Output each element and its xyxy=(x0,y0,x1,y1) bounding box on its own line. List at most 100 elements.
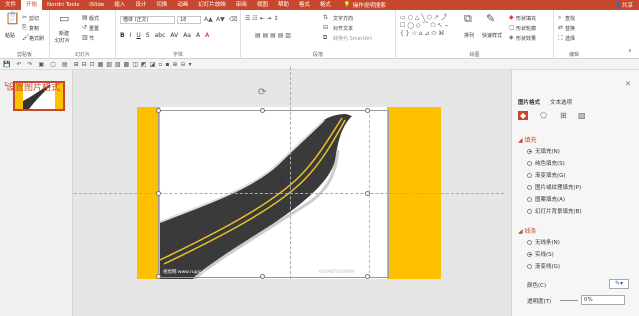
shape-effects-button[interactable]: 形状效果 xyxy=(516,35,536,42)
menu-tab[interactable]: 幻灯片放映 xyxy=(193,0,231,10)
fill-option[interactable]: 图片或纹理填充(P) xyxy=(527,183,581,191)
select-button[interactable]: 选择 xyxy=(565,35,575,42)
menu-tab[interactable]: 视图 xyxy=(252,0,273,10)
shrink-font-icon[interactable]: A▼ xyxy=(216,16,225,23)
shape-outline-button[interactable]: 形状轮廓 xyxy=(516,25,536,32)
smartart-button[interactable]: 转换为 SmartArt xyxy=(333,35,372,42)
find-icon[interactable]: ⌕ xyxy=(558,14,561,21)
layout-icon[interactable]: ▤ xyxy=(82,14,88,21)
layout-button[interactable]: 版式 xyxy=(89,15,99,22)
section-button[interactable]: 节 xyxy=(89,35,94,42)
fill-option[interactable]: 幻灯片背景填充(B) xyxy=(527,207,582,215)
save-icon[interactable]: 💾 xyxy=(3,61,10,68)
menu-tab[interactable]: iSlide xyxy=(84,0,109,10)
line-option[interactable]: 实线(S) xyxy=(527,250,554,258)
resize-handle-ml[interactable] xyxy=(156,191,161,196)
bullets-icon[interactable]: ☰ ☷ ⇤ ⇥ ↕ xyxy=(245,15,278,22)
shape-outline-icon[interactable]: ▢ xyxy=(509,24,515,31)
reset-icon[interactable]: ↺ xyxy=(82,24,87,31)
grow-font-icon[interactable]: A▲ xyxy=(204,16,213,23)
radio-button[interactable] xyxy=(527,160,532,166)
menu-tab[interactable]: 设计 xyxy=(130,0,151,10)
align-text-icon[interactable]: ⊟ xyxy=(323,24,328,31)
picture-icon[interactable]: ▨ xyxy=(578,111,586,120)
transparency-slider[interactable] xyxy=(560,300,578,301)
menu-tab[interactable]: 格式 xyxy=(315,0,336,10)
tab-text-options[interactable]: 文本选项 xyxy=(550,98,572,106)
copy-button[interactable]: 复制 xyxy=(29,25,39,32)
menu-tab[interactable]: 动画 xyxy=(172,0,193,10)
font-name-select[interactable]: 楷体 (正文) xyxy=(120,16,175,24)
menu-tab[interactable]: Nordri Tools xyxy=(42,0,84,10)
menu-tab[interactable]: 插入 xyxy=(109,0,130,10)
align-text-button[interactable]: 对齐文本 xyxy=(333,25,353,32)
fill-option[interactable]: 纯色填充(S) xyxy=(527,159,565,167)
size-properties-icon[interactable]: ⊞ xyxy=(560,111,567,120)
font-format-button[interactable]: AV xyxy=(170,32,178,39)
select-icon[interactable]: ⬚ xyxy=(558,34,564,41)
paste-icon[interactable]: 📋 xyxy=(5,12,20,24)
new-slide-icon[interactable]: ▭ xyxy=(59,13,69,24)
menu-tab[interactable]: 文件 xyxy=(0,0,21,10)
quick-styles-icon[interactable]: ✎ xyxy=(486,13,495,24)
resize-handle-tl[interactable] xyxy=(156,108,161,113)
radio-button[interactable] xyxy=(527,263,532,269)
fill-section-header[interactable]: ◢ 填充 xyxy=(518,135,537,144)
font-format-button[interactable]: abc xyxy=(155,32,166,39)
radio-button[interactable] xyxy=(527,184,532,190)
paste-button[interactable]: 粘贴 xyxy=(5,32,15,39)
radio-button[interactable] xyxy=(527,208,532,214)
replace-icon[interactable]: ⇄ xyxy=(558,24,563,31)
tell-me-search[interactable]: 💡 操作说明搜索 xyxy=(344,1,386,9)
effects-icon[interactable]: ⬠ xyxy=(540,111,547,120)
menu-tab[interactable]: 开始 xyxy=(21,0,43,10)
format-painter-button[interactable]: 格式刷 xyxy=(29,35,44,42)
close-pane-icon[interactable]: ✕ xyxy=(625,80,631,88)
text-direction-button[interactable]: 文字方向 xyxy=(333,15,353,22)
font-format-button[interactable]: U xyxy=(136,32,140,39)
open-icon[interactable]: ▤ xyxy=(62,61,68,68)
new-icon[interactable]: ▢ xyxy=(50,61,56,68)
share-button[interactable]: 👤共享 xyxy=(615,1,639,9)
radio-button[interactable] xyxy=(527,196,532,202)
text-direction-icon[interactable]: ⇅ xyxy=(323,14,328,21)
tab-picture-format[interactable]: 图片格式 xyxy=(518,98,540,106)
resize-handle-mr[interactable] xyxy=(365,191,370,196)
section-icon[interactable]: ▥ xyxy=(82,34,88,41)
font-format-button[interactable]: A xyxy=(196,32,200,39)
shapes-gallery[interactable]: ▭ ○ △ ╲ ⬡ ↗ ⤴ ☐ ◯ ◇ ⌒ ⬠ ↖ ⌣{ } ☆ ⌂ ⊿ ⬭ ⌘ xyxy=(400,14,456,44)
toolbar-icons[interactable]: ⊞⊟⊡▦▧▨▩◫◩◪▫▪⊕⊖▾ xyxy=(74,61,195,68)
rotate-handle-icon[interactable]: ⟳ xyxy=(258,88,266,98)
redo-icon[interactable]: ↷ xyxy=(28,61,33,68)
resize-handle-bm[interactable] xyxy=(260,274,265,279)
menu-tab[interactable]: 审阅 xyxy=(231,0,252,10)
menu-tab[interactable]: 格式 xyxy=(294,0,315,10)
line-section-header[interactable]: ◢ 线条 xyxy=(518,226,537,235)
smartart-icon[interactable]: ⧉ xyxy=(323,34,327,41)
radio-button[interactable] xyxy=(527,148,532,154)
fill-option[interactable]: 渐变填充(G) xyxy=(527,171,566,179)
fill-line-icon[interactable]: ◆ xyxy=(518,111,529,120)
start-presentation-icon[interactable]: ▣ xyxy=(39,61,45,68)
font-format-button[interactable]: Aa xyxy=(183,32,191,39)
transparency-input[interactable]: 0% xyxy=(581,295,625,305)
radio-button[interactable] xyxy=(527,251,532,257)
reset-button[interactable]: 重置 xyxy=(89,25,99,32)
font-size-select[interactable]: 18 xyxy=(177,16,201,24)
fill-option[interactable]: 无填充(N) xyxy=(527,147,560,155)
resize-handle-bl[interactable] xyxy=(156,274,161,279)
find-button[interactable]: 查找 xyxy=(565,15,575,22)
line-option[interactable]: 渐变线(G) xyxy=(527,262,560,270)
radio-button[interactable] xyxy=(527,172,532,178)
resize-handle-tr[interactable] xyxy=(365,108,370,113)
font-format-button[interactable]: B xyxy=(120,32,125,39)
align-icons[interactable]: ▤ ▤ ▤ ▤ ▥ xyxy=(255,32,291,39)
quick-styles-button[interactable]: 快速样式 xyxy=(482,32,502,39)
cut-icon[interactable]: ✂ xyxy=(22,14,27,21)
line-option[interactable]: 无线条(N) xyxy=(527,238,560,246)
radio-button[interactable] xyxy=(527,239,532,245)
menu-tab[interactable]: 切换 xyxy=(151,0,172,10)
arrange-icon[interactable]: ⧉ xyxy=(464,13,472,24)
shape-fill-button[interactable]: 形状填充 xyxy=(516,15,536,22)
fill-option[interactable]: 图案填充(A) xyxy=(527,195,565,203)
